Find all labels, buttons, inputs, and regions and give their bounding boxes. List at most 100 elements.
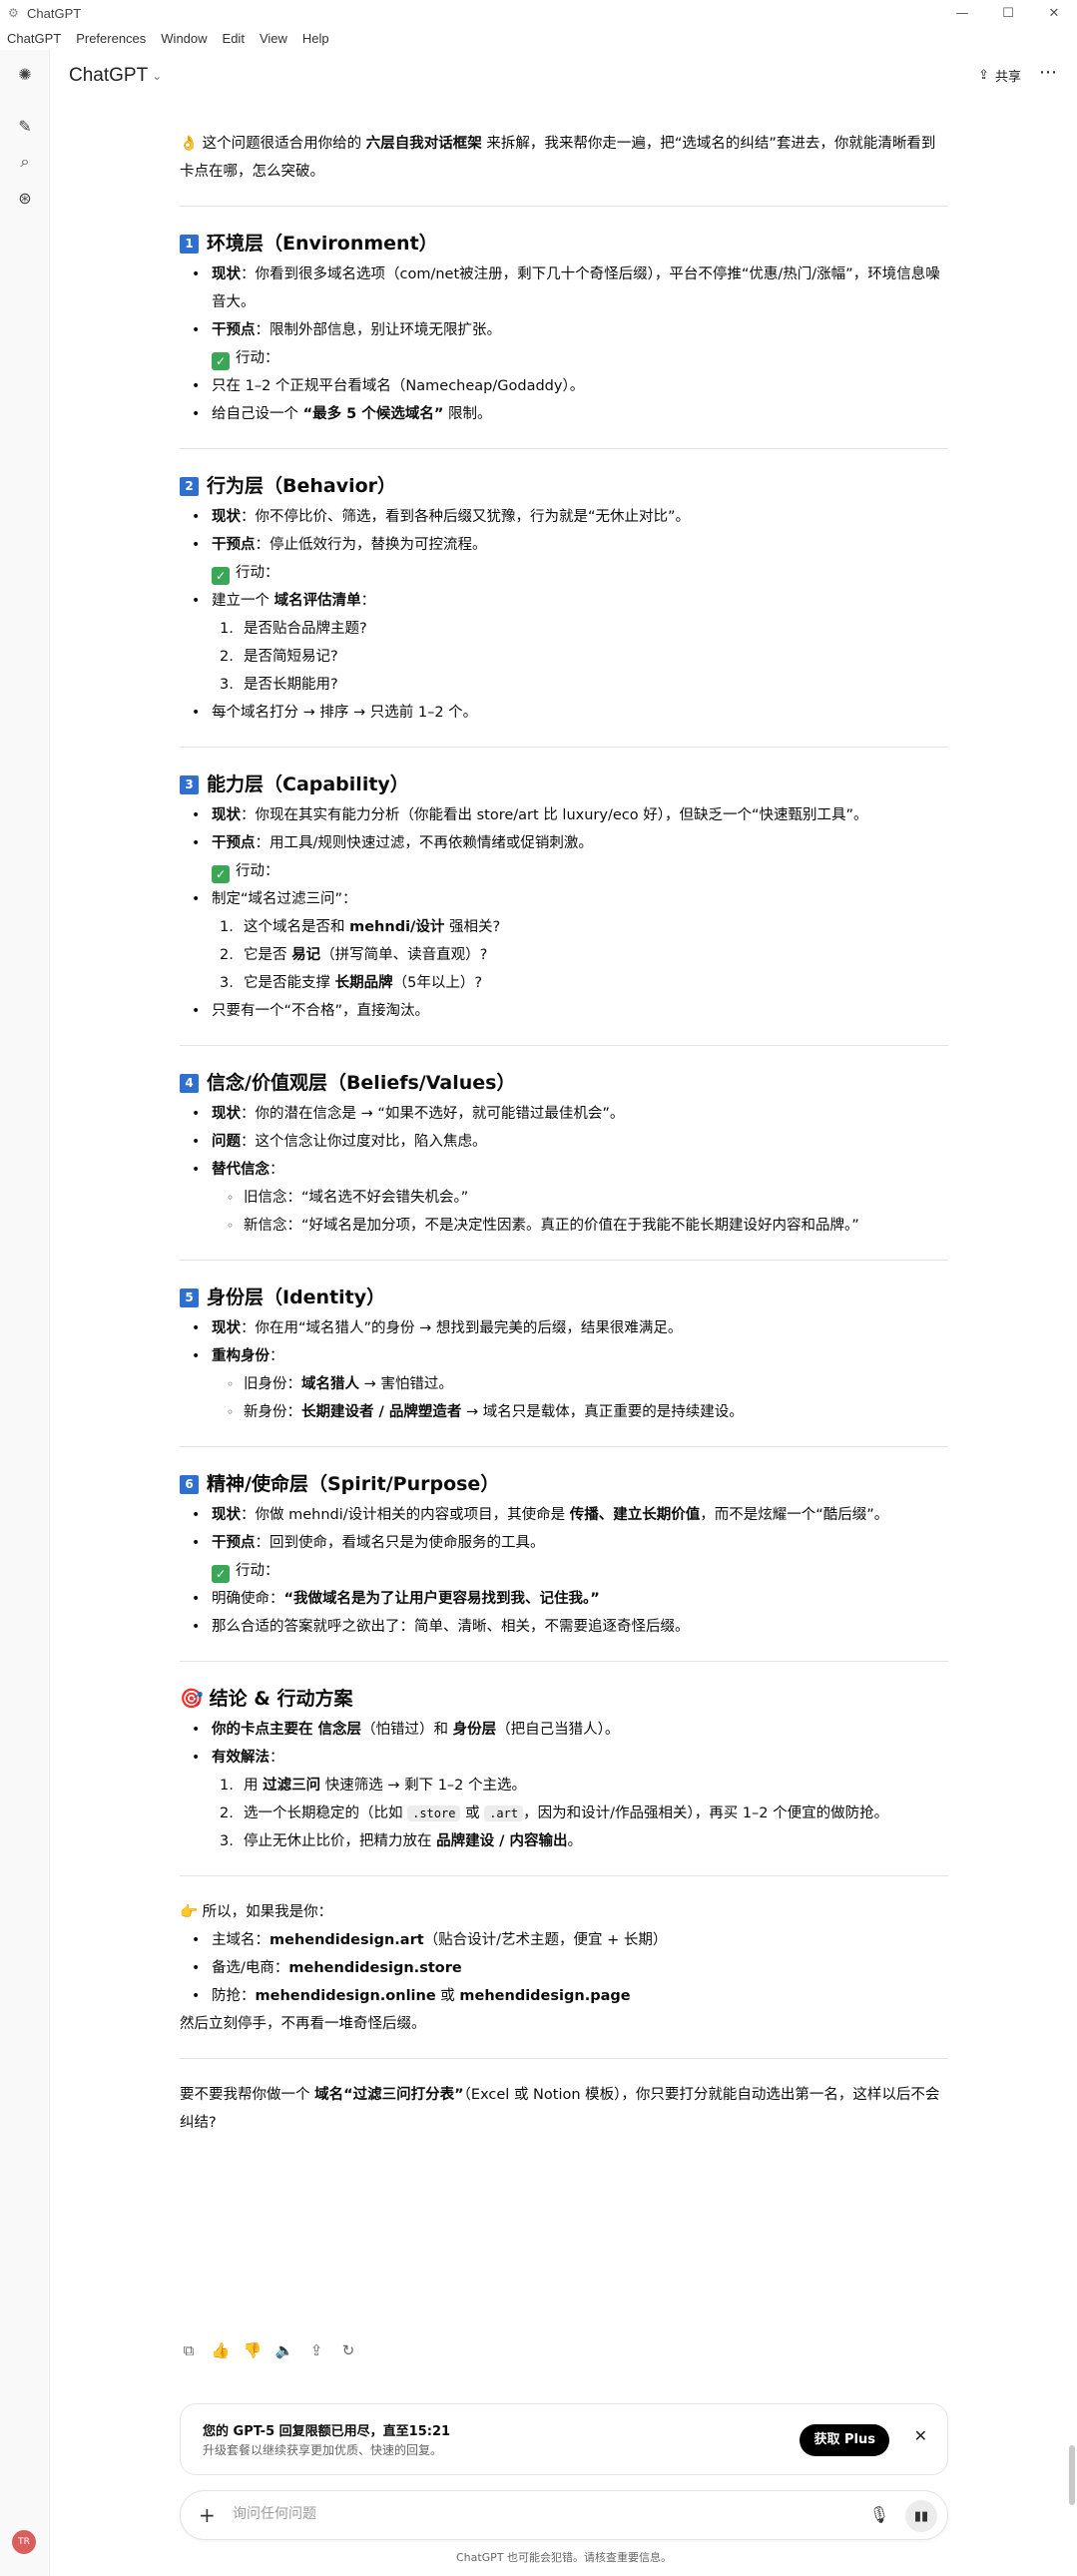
gpts-icon[interactable]: ⊛ xyxy=(13,186,37,210)
composer: + 🎙 ▮▮ xyxy=(180,2490,948,2540)
bullet-list: 明确使命：“我做域名是为了让用户更容易找到我、记住我。” 那么合适的答案就呼之欲… xyxy=(180,1585,948,1641)
list-item: 制定“域名过滤三问”： xyxy=(180,885,948,913)
list-item: 3. 它是否能支撑 长期品牌（5年以上）? xyxy=(220,975,483,991)
intro-paragraph: 👌 这个问题很适合用你给的 六层自我对话框架 来拆解，我来帮你走一遍，把“选域名… xyxy=(180,136,936,180)
message-actions: ⧉ 👍 👎 🔈 ⇪ ↻ xyxy=(180,2341,357,2359)
check-mark-icon: ✓ xyxy=(212,865,230,883)
menu-preferences[interactable]: Preferences xyxy=(69,31,154,46)
list-item: 1. 用 过滤三问 快速筛选 → 剩下 1–2 个主选。 xyxy=(220,1778,527,1794)
section-heading: 🎯 结论 & 行动方案 xyxy=(180,1684,948,1714)
regenerate-icon[interactable]: ↻ xyxy=(339,2341,357,2359)
list-item: 现状：你做 mehndi/设计相关的内容或项目，其使命是 传播、建立长期价值，而… xyxy=(180,1501,948,1529)
share-icon: ⇪ xyxy=(978,68,989,83)
divider xyxy=(180,1446,948,1447)
list-item: 现状：你在用“域名猎人”的身份 → 想找到最完美的后缀，结果很难满足。 xyxy=(180,1314,948,1342)
share-message-icon[interactable]: ⇪ xyxy=(307,2341,325,2359)
follow-up-question: 要不要我帮你做一个 域名“过滤三问打分表”（Excel 或 Notion 模板）… xyxy=(180,2087,940,2131)
list-item: 3. 停止无休止比价，把精力放在 品牌建设 / 内容输出。 xyxy=(220,1833,583,1849)
section-heading: 2 行为层（Behavior） xyxy=(180,471,948,501)
divider xyxy=(180,206,948,207)
section-heading: 4 信念/价值观层（Beliefs/Values） xyxy=(180,1068,948,1098)
close-icon[interactable]: ✕ xyxy=(914,2426,927,2445)
divider xyxy=(180,1045,948,1046)
list-item: 干预点：限制外部信息，别让环境无限扩张。 xyxy=(180,316,948,344)
bullet-list: 现状：你看到很多域名选项（com/net被注册，剩下几十个奇怪后缀），平台不停推… xyxy=(180,260,948,344)
minimize-icon[interactable]: — xyxy=(939,0,985,26)
bullet-list: 现状：你做 mehndi/设计相关的内容或项目，其使命是 传播、建立长期价值，而… xyxy=(180,1501,948,1557)
pointing-emoji: 👉 xyxy=(180,1904,199,1920)
new-chat-icon[interactable]: ✎ xyxy=(13,114,37,138)
list-item: 建立一个 域名评估清单： xyxy=(180,587,948,615)
list-item: 干预点：停止低效行为，替换为可控流程。 xyxy=(180,531,948,559)
microphone-icon[interactable]: 🎙 xyxy=(869,2505,889,2524)
get-plus-button[interactable]: 获取 Plus xyxy=(800,2424,889,2456)
share-button[interactable]: ⇪ 共享 xyxy=(978,66,1021,85)
model-selector[interactable]: ChatGPT xyxy=(69,65,148,87)
menu-window[interactable]: Window xyxy=(154,31,215,46)
menu-help[interactable]: Help xyxy=(295,31,337,46)
bullet-list: 现状：你不停比价、筛选，看到各种后缀又犹豫，行为就是“无休止对比”。 干预点：停… xyxy=(180,503,948,559)
openai-logo-icon[interactable]: ✺ xyxy=(13,62,37,86)
list-item: 明确使命：“我做域名是为了让用户更容易找到我、记住我。” xyxy=(180,1585,948,1613)
menu-edit[interactable]: Edit xyxy=(216,31,253,46)
voice-mode-icon[interactable]: ▮▮ xyxy=(905,2500,937,2532)
divider xyxy=(180,448,948,449)
action-line: ✓ 行动： xyxy=(180,857,948,885)
list-item: 新信念：“好域名是加分项，不是决定性因素。真正的价值在于我能不能长期建设好内容和… xyxy=(180,1212,948,1240)
copy-icon[interactable]: ⧉ xyxy=(180,2341,198,2359)
left-rail: ✺ ✎ ⌕ ⊛ xyxy=(0,50,50,2576)
list-item: 问题：这个信念让你过度对比，陷入焦虑。 xyxy=(180,1128,948,1156)
number-badge: 6 xyxy=(180,1474,199,1494)
read-aloud-icon[interactable]: 🔈 xyxy=(275,2341,294,2359)
add-attachment-icon[interactable]: + xyxy=(199,2503,216,2527)
menu-view[interactable]: View xyxy=(253,31,295,46)
search-icon[interactable]: ⌕ xyxy=(13,150,37,174)
section-heading: 5 身份层（Identity） xyxy=(180,1283,948,1312)
user-avatar[interactable]: TR xyxy=(12,2530,36,2554)
list-item: 你的卡点主要在 信念层（怕错过）和 身份层（把自己当猎人）。 xyxy=(180,1716,948,1744)
thumbs-down-icon[interactable]: 👎 xyxy=(244,2341,263,2359)
list-item: 旧信念：“域名选不好会错失机会。” xyxy=(180,1184,948,1212)
list-item: 替代信念： xyxy=(180,1156,948,1184)
bullet-list: 只在 1–2 个正规平台看域名（Namecheap/Godaddy）。 给自己设… xyxy=(180,372,948,428)
scrollbar[interactable] xyxy=(1069,2445,1075,2505)
assistant-message: 👌 这个问题很适合用你给的 六层自我对话框架 来拆解，我来帮你走一遍，把“选域名… xyxy=(180,130,948,2137)
list-item: 2. 它是否 易记（拼写简单、读音直观）? xyxy=(220,947,488,963)
action-line: ✓ 行动： xyxy=(180,559,948,587)
window-controls: — ☐ ✕ xyxy=(939,0,1077,26)
prompt-input[interactable] xyxy=(233,2506,831,2522)
window-title: ChatGPT xyxy=(27,5,82,21)
list-item: 现状：你现在其实有能力分析（你能看出 store/art 比 luxury/ec… xyxy=(180,801,948,829)
action-line: ✓ 行动： xyxy=(180,344,948,372)
number-badge: 4 xyxy=(180,1073,199,1093)
limit-title: 您的 GPT-5 回复限额已用尽，直至15:21 xyxy=(203,2424,451,2439)
rate-limit-banner: 您的 GPT-5 回复限额已用尽，直至15:21 升级套餐以继续获享更加优质、快… xyxy=(180,2403,948,2475)
check-mark-icon: ✓ xyxy=(212,352,230,370)
number-badge: 5 xyxy=(180,1288,199,1307)
menu-bar: ChatGPT Preferences Window Edit View Hel… xyxy=(0,26,1077,50)
bullet-list: 只要有一个“不合格”，直接淘汰。 xyxy=(180,997,948,1025)
maximize-icon[interactable]: ☐ xyxy=(985,0,1031,26)
more-options-icon[interactable]: ⋯ xyxy=(1039,62,1057,83)
thumbs-up-icon[interactable]: 👍 xyxy=(212,2341,231,2359)
list-item: 给自己设一个 “最多 5 个候选域名” 限制。 xyxy=(180,400,948,428)
sub-list: 旧身份：域名猎人 → 害怕错过。 新身份：长期建设者 / 品牌塑造者 → 域名只… xyxy=(180,1370,948,1426)
list-item: 备选/电商：mehendidesign.store xyxy=(180,1954,948,1982)
list-item: 1. 是否贴合品牌主题? xyxy=(220,621,367,637)
divider xyxy=(180,747,948,748)
close-window-icon[interactable]: ✕ xyxy=(1031,0,1077,26)
bullet-list: 现状：你现在其实有能力分析（你能看出 store/art 比 luxury/ec… xyxy=(180,801,948,857)
action-line: ✓ 行动： xyxy=(180,1557,948,1585)
chatgpt-app-icon: ⚙ xyxy=(8,5,19,20)
list-item: 旧身份：域名猎人 → 害怕错过。 xyxy=(180,1370,948,1398)
check-mark-icon: ✓ xyxy=(212,1565,230,1583)
bullet-list: 建立一个 域名评估清单： xyxy=(180,587,948,615)
list-item: 2. 是否简短易记? xyxy=(220,649,338,665)
chevron-down-icon[interactable]: ⌄ xyxy=(152,69,162,83)
menu-chatgpt[interactable]: ChatGPT xyxy=(0,31,69,46)
ok-hand-emoji: 👌 xyxy=(180,136,199,152)
divider xyxy=(180,1875,948,1876)
section-heading: 3 能力层（Capability） xyxy=(180,770,948,799)
numbered-list: 1. 是否贴合品牌主题? 2. 是否简短易记? 3. 是否长期能用? xyxy=(180,615,948,699)
list-item: 1. 这个域名是否和 mehndi/设计 强相关? xyxy=(220,919,501,935)
